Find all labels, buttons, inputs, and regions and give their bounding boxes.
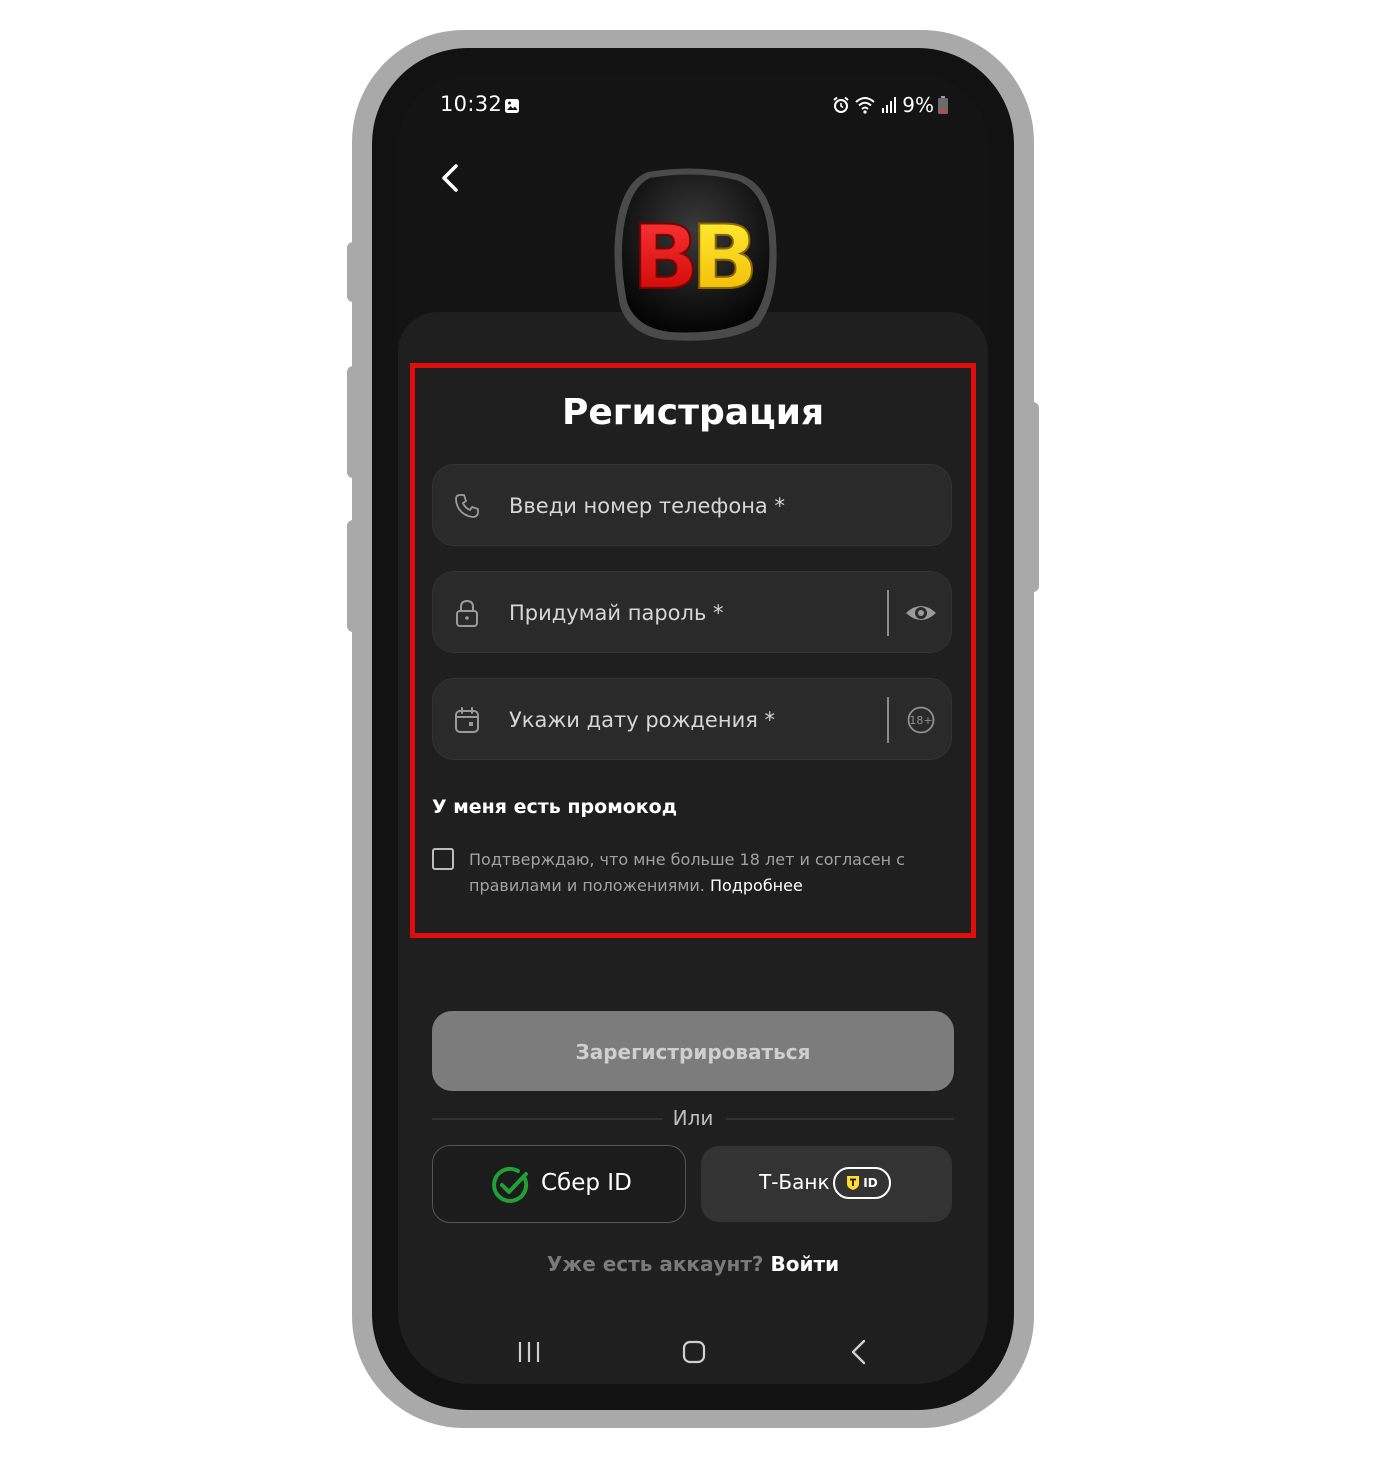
phone-volume-up-button xyxy=(347,366,359,478)
calendar-icon xyxy=(455,707,479,733)
logo-letter-red: BB xyxy=(632,206,758,309)
sber-id-label: Сбер ID xyxy=(541,1170,632,1196)
promo-code-link[interactable]: У меня есть промокод xyxy=(432,796,677,818)
sber-id-button[interactable]: Сбер ID xyxy=(432,1145,686,1223)
consent-checkbox[interactable] xyxy=(432,848,454,870)
birthdate-input[interactable] xyxy=(507,699,881,741)
field-divider xyxy=(887,697,889,743)
or-label: Или xyxy=(672,1106,714,1130)
phone-side-button xyxy=(347,242,359,302)
sber-check-icon xyxy=(492,1166,529,1203)
gallery-notification-icon xyxy=(505,99,519,113)
password-field[interactable] xyxy=(432,571,952,653)
nav-back-icon[interactable] xyxy=(848,1338,870,1366)
age-18-plus-icon: 18+ xyxy=(907,706,935,734)
phone-power-button xyxy=(1027,402,1039,592)
phone-input[interactable] xyxy=(507,485,881,527)
login-row: Уже есть аккаунт? Войти xyxy=(398,1252,988,1276)
back-arrow-icon[interactable] xyxy=(434,160,466,196)
status-time: 10:32 xyxy=(440,92,503,116)
login-link[interactable]: Войти xyxy=(771,1252,840,1276)
alarm-icon xyxy=(833,96,849,113)
age-badge-text: 18+ xyxy=(909,714,932,727)
phone-icon xyxy=(455,494,479,518)
home-icon[interactable] xyxy=(682,1340,706,1364)
birthdate-field[interactable]: 18+ xyxy=(432,678,952,760)
tbank-shield-icon xyxy=(847,1176,860,1190)
recent-apps-icon[interactable] xyxy=(516,1340,542,1364)
consent-text-body: Подтверждаю, что мне больше 18 лет и сог… xyxy=(469,850,905,895)
status-indicators: 9% xyxy=(832,92,948,118)
eye-icon[interactable] xyxy=(903,596,939,630)
phone-field[interactable] xyxy=(432,464,952,546)
tbank-id-button[interactable]: Т-Банк ID xyxy=(701,1146,952,1222)
bb-logo: BB xyxy=(614,168,777,341)
field-divider xyxy=(887,590,889,636)
lock-icon xyxy=(456,599,478,627)
signal-icon xyxy=(882,97,897,113)
tbank-label: Т-Банк xyxy=(759,1170,830,1194)
battery-percentage: 9% xyxy=(902,93,934,117)
app-screen: 10:32 9% BB Регистрация Введи номер теле… xyxy=(398,74,988,1384)
phone-volume-down-button xyxy=(347,520,359,632)
system-nav-bar xyxy=(398,1330,988,1374)
login-prompt: Уже есть аккаунт? xyxy=(546,1252,764,1276)
page-title: Регистрация xyxy=(561,392,825,433)
consent-details-link[interactable]: Подробнее xyxy=(710,876,803,895)
tbank-id-text: ID xyxy=(863,1176,878,1190)
battery-icon xyxy=(938,96,948,114)
consent-text: Подтверждаю, что мне больше 18 лет и сог… xyxy=(469,847,939,899)
tbank-id-badge: ID xyxy=(833,1167,891,1199)
wifi-icon xyxy=(855,97,875,114)
register-button[interactable]: Зарегистрироваться xyxy=(432,1011,954,1091)
password-input[interactable] xyxy=(507,592,881,634)
